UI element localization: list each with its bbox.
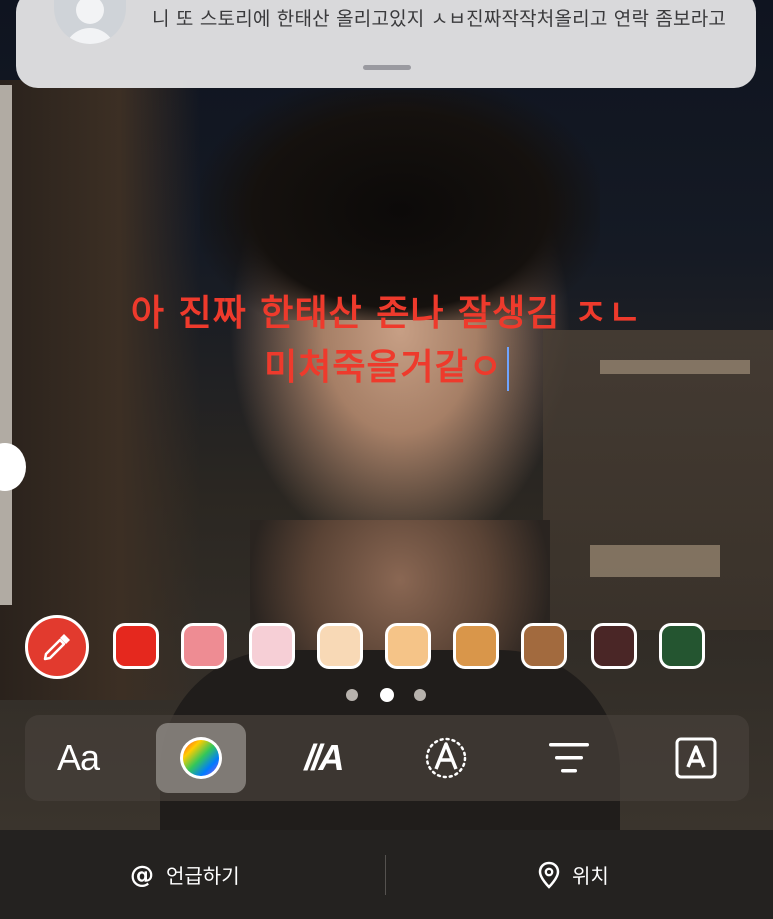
color-swatch[interactable] (521, 623, 567, 669)
text-background-icon (675, 737, 717, 779)
font-icon: Aa (56, 737, 100, 778)
alignment-button[interactable] (524, 723, 614, 793)
story-text-line-1: 아 진짜 한태산 존나 잘생김 ㅈㄴ (130, 293, 643, 334)
page-dot (414, 689, 426, 701)
animation-icon: //A (304, 737, 344, 778)
text-effect-button[interactable] (401, 723, 491, 793)
color-palette (25, 615, 765, 679)
eyedropper-button[interactable] (25, 615, 89, 679)
avatar (54, 0, 126, 44)
color-swatch[interactable] (113, 623, 159, 669)
location-pin-icon (538, 861, 560, 889)
align-center-icon (549, 743, 589, 773)
text-effect-icon (425, 737, 467, 779)
color-swatch[interactable] (591, 623, 637, 669)
story-photo (0, 0, 773, 830)
color-button[interactable] (156, 723, 246, 793)
color-swatch[interactable] (249, 623, 295, 669)
animation-button[interactable]: //A (278, 723, 368, 793)
mention-label: 언급하기 (166, 864, 240, 888)
story-text-line-2: 미쳐죽을거같ㅇ (264, 347, 503, 388)
at-sign-icon: @ (130, 860, 154, 889)
divider (385, 855, 386, 895)
eyedropper-icon (43, 634, 70, 661)
text-background-button[interactable] (651, 723, 741, 793)
message-notification[interactable]: 니 또 스토리에 한태산 올리고있지 ㅅㅂ진짜작작처올리고 연락 좀보라고 (16, 0, 756, 88)
color-swatch[interactable] (453, 623, 499, 669)
notification-message: 니 또 스토리에 한태산 올리고있지 ㅅㅂ진짜작작처올리고 연락 좀보라고 (152, 8, 727, 30)
palette-page-indicator (346, 688, 436, 703)
color-swatch[interactable] (181, 623, 227, 669)
color-wheel-icon (180, 737, 222, 779)
notification-grab-handle[interactable] (363, 65, 411, 70)
bottom-action-bar: @ 언급하기 위치 (0, 830, 773, 919)
color-swatch[interactable] (317, 623, 363, 669)
mention-button[interactable]: @ 언급하기 (130, 830, 240, 919)
text-style-toolbar: Aa //A (25, 715, 749, 801)
page-dot (346, 689, 358, 701)
text-cursor (506, 347, 509, 391)
location-button[interactable]: 위치 (538, 830, 609, 919)
story-text-overlay[interactable]: 아 진짜 한태산 존나 잘생김 ㅈㄴ 미쳐죽을거같ㅇ (0, 287, 773, 395)
location-label: 위치 (572, 864, 609, 888)
font-button[interactable]: Aa (33, 723, 123, 793)
page-dot (380, 688, 394, 702)
color-swatch[interactable] (385, 623, 431, 669)
color-swatch[interactable] (659, 623, 705, 669)
